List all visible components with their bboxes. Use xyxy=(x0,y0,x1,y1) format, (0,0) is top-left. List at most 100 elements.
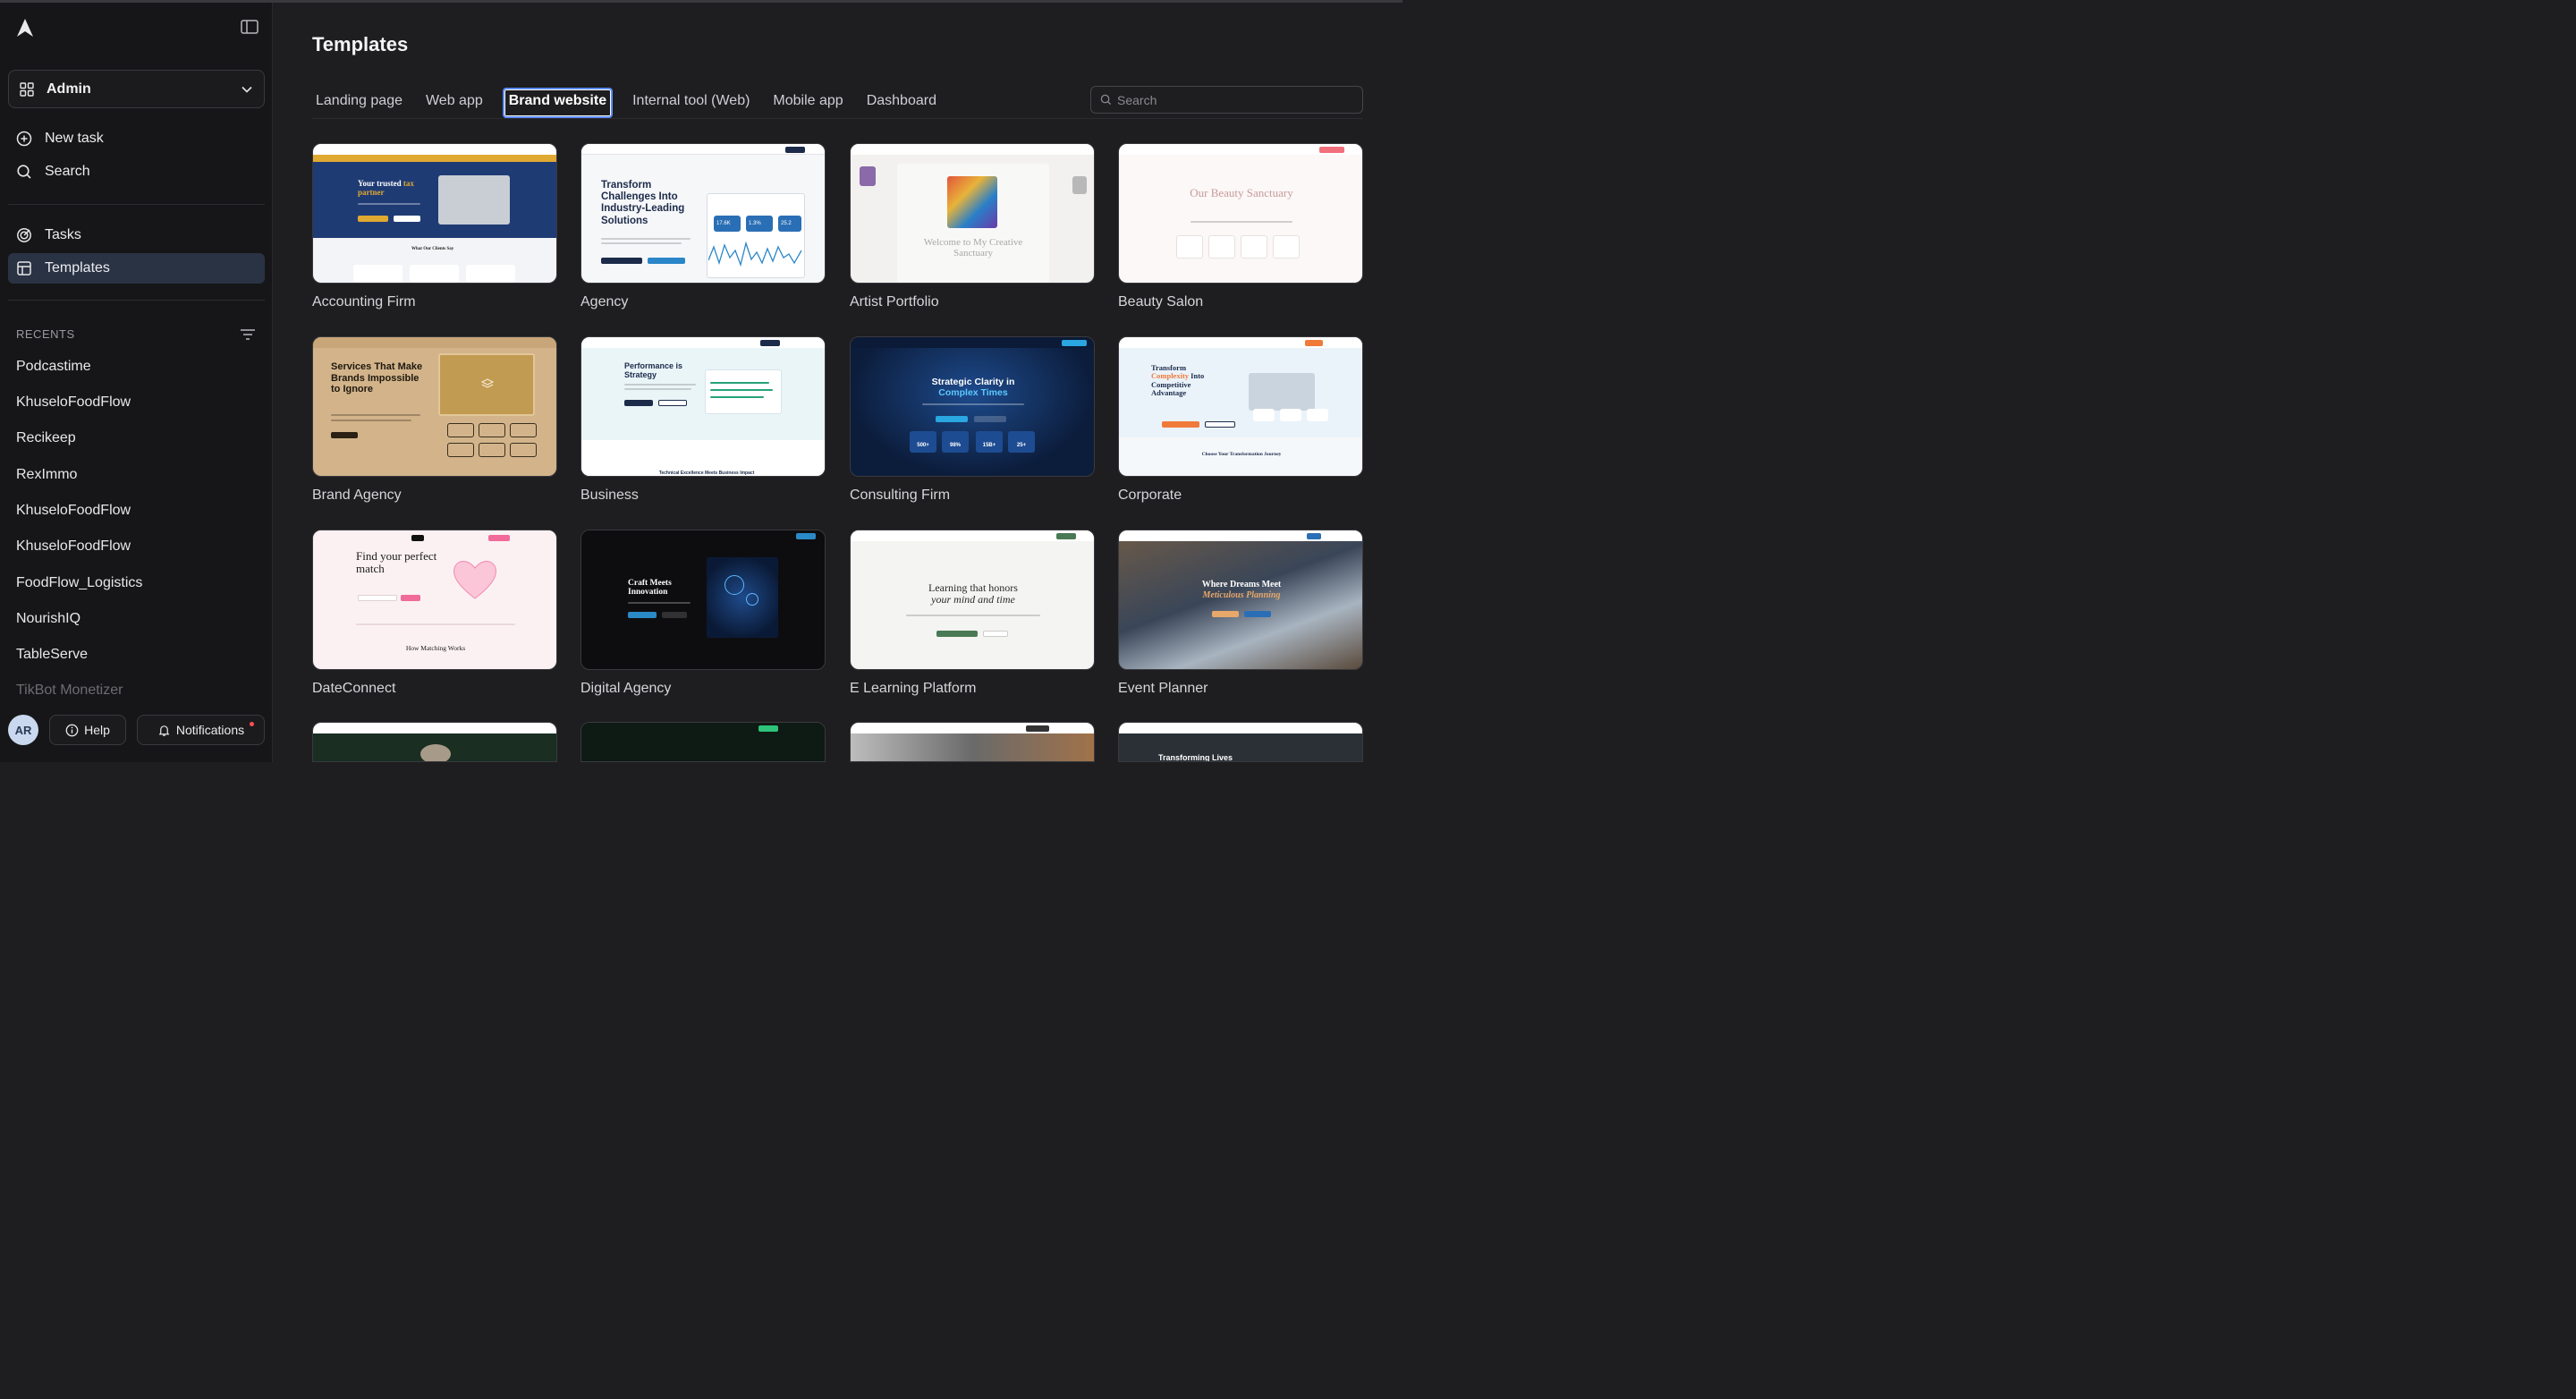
thumb-heading-accent: Complex Times xyxy=(938,387,1008,399)
tab-mobile-app[interactable]: Mobile app xyxy=(769,88,846,118)
recent-item[interactable]: KhuseloFoodFlow xyxy=(16,503,131,519)
recent-item[interactable]: KhuseloFoodFlow xyxy=(16,394,131,411)
template-card-corporate[interactable]: Transform Complexity Into Competitive Ad… xyxy=(1118,336,1363,504)
template-thumbnail: Services That Make Brands Impossible to … xyxy=(312,336,557,477)
recent-item[interactable]: RexImmo xyxy=(16,467,77,483)
recents-heading: RECENTS xyxy=(16,327,75,341)
card-label: Corporate xyxy=(1118,488,1182,503)
tab-web-app[interactable]: Web app xyxy=(422,88,487,118)
sidebar: Admin New task Search Tasks Templates RE… xyxy=(0,3,273,762)
card-label: Beauty Salon xyxy=(1118,294,1204,309)
thumb-stat: 500+ xyxy=(910,431,936,453)
template-card[interactable] xyxy=(850,722,1095,762)
recent-item[interactable]: Recikeep xyxy=(16,430,76,446)
template-card-dateconnect[interactable]: Find your perfect match How Matching Wor… xyxy=(312,530,557,697)
thumb-stat: 98% xyxy=(942,431,969,453)
template-thumbnail: Your trusted tax partner What Our Client… xyxy=(312,143,557,284)
grid-icon xyxy=(20,81,34,97)
template-thumbnail: Find your perfect match How Matching Wor… xyxy=(312,530,557,670)
notifications-label: Notifications xyxy=(175,723,245,737)
template-card-consulting-firm[interactable]: Strategic Clarity in Complex Times 500+ … xyxy=(850,336,1095,504)
recent-item[interactable]: KhuseloFoodFlow xyxy=(16,538,131,555)
template-card-e-learning-platform[interactable]: Learning that honors your mind and time … xyxy=(850,530,1095,697)
recent-item[interactable]: Podcastime xyxy=(16,359,91,375)
thumb-heading: Our Beauty Sanctuary xyxy=(1190,186,1293,199)
target-icon xyxy=(17,228,31,242)
template-card-artist-portfolio[interactable]: Welcome to My Creative Sanctuary Artist … xyxy=(850,143,1095,310)
search-input[interactable] xyxy=(1117,92,1350,107)
thumb-stat: 17.6K xyxy=(714,216,741,232)
sidebar-item-label: Templates xyxy=(45,260,110,276)
template-card-brand-agency[interactable]: Services That Make Brands Impossible to … xyxy=(312,336,557,504)
card-label: Consulting Firm xyxy=(850,488,951,503)
thumb-heading-accent: tax xyxy=(402,179,414,188)
template-thumbnail: Strategic Clarity in Complex Times 500+ … xyxy=(850,336,1095,477)
template-thumbnail: Our Beauty Sanctuary xyxy=(1118,143,1363,284)
thumb-stat: 1.3% xyxy=(746,216,773,232)
thumb-subheading: How Matching Works xyxy=(405,644,466,652)
main-content: Templates Landing page Web app Brand web… xyxy=(274,3,1402,762)
tab-landing-page[interactable]: Landing page xyxy=(312,88,406,118)
help-button[interactable]: Help xyxy=(49,715,126,745)
card-label: Agency xyxy=(580,294,629,309)
card-label: Business xyxy=(580,488,639,503)
template-card-event-planner[interactable]: Where Dreams Meet Meticulous Planning Ev… xyxy=(1118,530,1363,697)
template-tabs: Landing page Web app Brand website Inter… xyxy=(312,88,956,118)
recent-item[interactable]: TableServe xyxy=(16,647,88,663)
thumb-heading-accent: Meticulous Planning xyxy=(1202,589,1281,600)
template-card-business[interactable]: Performance is Strategy Technical Excell… xyxy=(580,336,826,504)
sidebar-divider xyxy=(8,300,265,301)
tabs-divider xyxy=(312,118,1363,119)
recent-item[interactable]: FoodFlow_Logistics xyxy=(16,575,142,591)
thumb-line-chart xyxy=(708,241,802,267)
layers-icon xyxy=(481,378,494,388)
card-label: Digital Agency xyxy=(580,681,672,696)
sidebar-item-label: Tasks xyxy=(45,227,81,242)
sidebar-item-templates[interactable]: Templates xyxy=(8,253,265,284)
recent-item[interactable]: TikBot Monetizer xyxy=(16,683,123,699)
thumb-subheading: Technical Excellence Meets Business Impa… xyxy=(658,471,755,476)
template-card[interactable]: Transforming Lives xyxy=(1118,722,1363,762)
template-search[interactable] xyxy=(1090,86,1363,114)
tab-brand-website[interactable]: Brand website xyxy=(502,88,614,118)
heart-icon xyxy=(453,561,496,599)
search-icon xyxy=(17,165,31,179)
template-card-agency[interactable]: Transform Challenges Into Industry-Leadi… xyxy=(580,143,826,310)
filter-icon[interactable] xyxy=(240,328,256,341)
sidebar-footer: AR Help Notifications xyxy=(0,709,273,759)
thumb-heading: Services That Make Brands Impossible to … xyxy=(331,361,423,395)
recent-item[interactable]: NourishIQ xyxy=(16,611,80,627)
thumb-heading-accent: partner xyxy=(358,187,385,197)
thumb-heading: Performance is Strategy xyxy=(624,361,683,380)
template-thumbnail xyxy=(850,722,1095,762)
tab-dashboard[interactable]: Dashboard xyxy=(863,88,940,118)
search-nav-button[interactable]: Search xyxy=(8,157,265,187)
thumb-heading: Welcome to My Creative Sanctuary xyxy=(923,237,1023,259)
thumb-heading: Strategic Clarity in xyxy=(931,377,1015,387)
sidebar-item-tasks[interactable]: Tasks xyxy=(8,220,265,250)
sidebar-toggle-icon[interactable] xyxy=(240,18,259,36)
help-label: Help xyxy=(84,723,110,737)
thumb-heading: Your trusted xyxy=(358,179,402,188)
template-thumbnail: Performance is Strategy Technical Excell… xyxy=(580,336,826,477)
new-task-button[interactable]: New task xyxy=(8,123,265,154)
app-logo-icon[interactable] xyxy=(14,17,36,38)
template-card-beauty-salon[interactable]: Our Beauty Sanctuary Beauty Salon xyxy=(1118,143,1363,310)
avatar[interactable]: AR xyxy=(8,715,38,745)
thumb-heading: Learning that honors xyxy=(928,581,1018,594)
template-thumbnail xyxy=(312,722,557,762)
template-card-digital-agency[interactable]: Craft Meets Innovation Digital Agency xyxy=(580,530,826,697)
template-card-accounting-firm[interactable]: Your trusted tax partner What Our Client… xyxy=(312,143,557,310)
template-card[interactable] xyxy=(312,722,557,762)
bell-icon xyxy=(158,725,170,736)
card-label: Accounting Firm xyxy=(312,294,416,309)
thumb-stat: 25.2 xyxy=(778,216,801,232)
template-thumbnail: Transform Complexity Into Competitive Ad… xyxy=(1118,336,1363,477)
workspace-selector[interactable]: Admin xyxy=(8,70,265,108)
tab-internal-tool[interactable]: Internal tool (Web) xyxy=(629,88,753,118)
thumb-stat: 15B+ xyxy=(976,431,1003,453)
notifications-button[interactable]: Notifications xyxy=(137,715,265,745)
template-card[interactable] xyxy=(580,722,826,762)
template-thumbnail: Learning that honors your mind and time xyxy=(850,530,1095,670)
card-label: DateConnect xyxy=(312,681,396,696)
